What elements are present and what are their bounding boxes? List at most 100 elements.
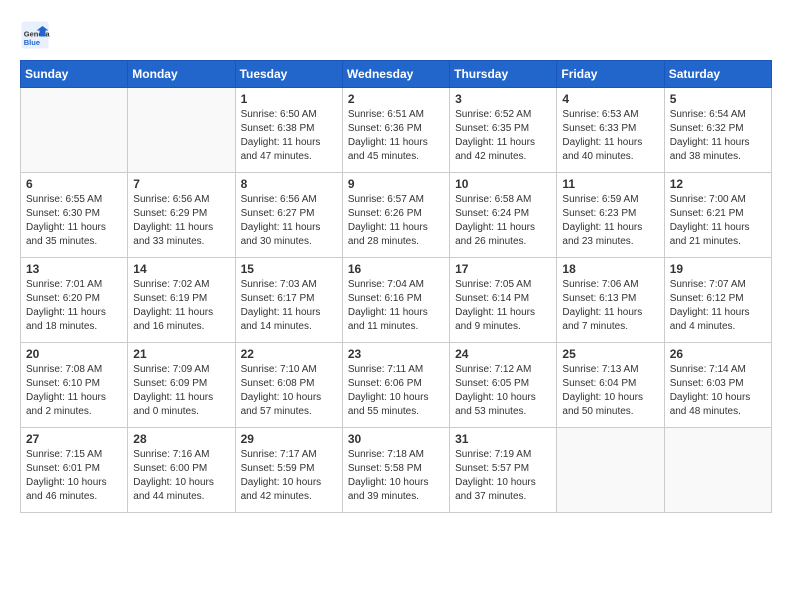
day-detail: Sunrise: 7:05 AMSunset: 6:14 PMDaylight:… [455, 278, 551, 334]
day-number: 29 [241, 432, 337, 446]
day-number: 26 [670, 347, 766, 361]
day-number: 13 [26, 262, 122, 276]
day-detail: Sunrise: 7:04 AMSunset: 6:16 PMDaylight:… [348, 278, 444, 334]
day-detail: Sunrise: 6:58 AMSunset: 6:24 PMDaylight:… [455, 193, 551, 249]
calendar-cell: 29 Sunrise: 7:17 AMSunset: 5:59 PMDayligh… [235, 428, 342, 513]
calendar-cell: 22Sunrise: 7:10 AMSunset: 6:08 PMDayligh… [235, 343, 342, 428]
day-detail: Sunrise: 7:18 AMSunset: 5:58 PMDaylight:… [348, 448, 444, 504]
day-detail: Sunrise: 6:52 AMSunset: 6:35 PMDaylight:… [455, 108, 551, 164]
day-number: 25 [562, 347, 658, 361]
calendar-cell: 8Sunrise: 6:56 AMSunset: 6:27 PMDaylight… [235, 173, 342, 258]
day-detail: Sunrise: 6:51 AMSunset: 6:36 PMDaylight:… [348, 108, 444, 164]
day-detail: Sunrise: 7:16 AMSunset: 6:00 PMDaylight:… [133, 448, 229, 504]
day-detail: Sunrise: 7:17 AMSunset: 5:59 PMDaylight:… [241, 448, 337, 504]
day-header-wednesday: Wednesday [342, 61, 449, 88]
day-detail: Sunrise: 6:56 AMSunset: 6:29 PMDaylight:… [133, 193, 229, 249]
day-number: 3 [455, 92, 551, 106]
calendar-cell: 4Sunrise: 6:53 AMSunset: 6:33 PMDaylight… [557, 88, 664, 173]
calendar-cell: 18Sunrise: 7:06 AMSunset: 6:13 PMDayligh… [557, 258, 664, 343]
day-header-saturday: Saturday [664, 61, 771, 88]
calendar-cell: 23 Sunrise: 7:11 AMSunset: 6:06 PMDayligh… [342, 343, 449, 428]
day-number: 21 [133, 347, 229, 361]
calendar-cell: 13Sunrise: 7:01 AMSunset: 6:20 PMDayligh… [21, 258, 128, 343]
calendar-cell [128, 88, 235, 173]
day-detail: Sunrise: 6:56 AMSunset: 6:27 PMDaylight:… [241, 193, 337, 249]
calendar-cell [21, 88, 128, 173]
day-detail: Sunrise: 6:55 AMSunset: 6:30 PMDaylight:… [26, 193, 122, 249]
calendar-cell: 30 Sunrise: 7:18 AMSunset: 5:58 PMDayligh… [342, 428, 449, 513]
day-header-monday: Monday [128, 61, 235, 88]
calendar-cell: 31 Sunrise: 7:19 AMSunset: 5:57 PMDayligh… [450, 428, 557, 513]
day-number: 31 [455, 432, 551, 446]
day-number: 2 [348, 92, 444, 106]
calendar-cell: 12 Sunrise: 7:00 AMSunset: 6:21 PMDayligh… [664, 173, 771, 258]
calendar-cell [557, 428, 664, 513]
calendar-cell [664, 428, 771, 513]
day-number: 12 [670, 177, 766, 191]
day-number: 19 [670, 262, 766, 276]
day-detail: Sunrise: 6:57 AMSunset: 6:26 PMDaylight:… [348, 193, 444, 249]
day-detail: Sunrise: 7:06 AMSunset: 6:13 PMDaylight:… [562, 278, 658, 334]
calendar-cell: 20 Sunrise: 7:08 AMSunset: 6:10 PMDayligh… [21, 343, 128, 428]
day-detail: Sunrise: 6:59 AMSunset: 6:23 PMDaylight:… [562, 193, 658, 249]
day-detail: Sunrise: 6:54 AMSunset: 6:32 PMDaylight:… [670, 108, 766, 164]
calendar-cell: 24 Sunrise: 7:12 AMSunset: 6:05 PMDayligh… [450, 343, 557, 428]
day-number: 28 [133, 432, 229, 446]
calendar-cell: 28 Sunrise: 7:16 AMSunset: 6:00 PMDayligh… [128, 428, 235, 513]
calendar-cell: 17 Sunrise: 7:05 AMSunset: 6:14 PMDayligh… [450, 258, 557, 343]
day-detail: Sunrise: 7:10 AMSunset: 6:08 PMDaylight:… [241, 363, 337, 419]
calendar-cell: 26Sunrise: 7:14 AMSunset: 6:03 PMDayligh… [664, 343, 771, 428]
day-detail: Sunrise: 7:00 AMSunset: 6:21 PMDaylight:… [670, 193, 766, 249]
day-number: 20 [26, 347, 122, 361]
calendar-cell: 27 Sunrise: 7:15 AMSunset: 6:01 PMDayligh… [21, 428, 128, 513]
day-detail: Sunrise: 7:03 AMSunset: 6:17 PMDaylight:… [241, 278, 337, 334]
calendar-header: SundayMondayTuesdayWednesdayThursdayFrid… [21, 61, 772, 88]
day-detail: Sunrise: 7:08 AMSunset: 6:10 PMDaylight:… [26, 363, 122, 419]
day-number: 10 [455, 177, 551, 191]
day-number: 24 [455, 347, 551, 361]
day-number: 6 [26, 177, 122, 191]
day-detail: Sunrise: 7:12 AMSunset: 6:05 PMDaylight:… [455, 363, 551, 419]
day-detail: Sunrise: 7:09 AMSunset: 6:09 PMDaylight:… [133, 363, 229, 419]
day-detail: Sunrise: 6:53 AMSunset: 6:33 PMDaylight:… [562, 108, 658, 164]
day-number: 23 [348, 347, 444, 361]
calendar-cell: 9 Sunrise: 6:57 AMSunset: 6:26 PMDaylight… [342, 173, 449, 258]
week-row-5: 27 Sunrise: 7:15 AMSunset: 6:01 PMDayligh… [21, 428, 772, 513]
calendar-cell: 1Sunrise: 6:50 AMSunset: 6:38 PMDaylight… [235, 88, 342, 173]
day-number: 15 [241, 262, 337, 276]
day-header-thursday: Thursday [450, 61, 557, 88]
day-number: 14 [133, 262, 229, 276]
day-header-sunday: Sunday [21, 61, 128, 88]
day-number: 30 [348, 432, 444, 446]
week-row-4: 20 Sunrise: 7:08 AMSunset: 6:10 PMDayligh… [21, 343, 772, 428]
calendar-cell: 15 Sunrise: 7:03 AMSunset: 6:17 PMDayligh… [235, 258, 342, 343]
day-number: 9 [348, 177, 444, 191]
calendar-cell: 5Sunrise: 6:54 AMSunset: 6:32 PMDaylight… [664, 88, 771, 173]
calendar-cell: 10 Sunrise: 6:58 AMSunset: 6:24 PMDayligh… [450, 173, 557, 258]
week-row-2: 6 Sunrise: 6:55 AMSunset: 6:30 PMDaylight… [21, 173, 772, 258]
day-detail: Sunrise: 7:13 AMSunset: 6:04 PMDaylight:… [562, 363, 658, 419]
day-detail: Sunrise: 6:50 AMSunset: 6:38 PMDaylight:… [241, 108, 337, 164]
day-number: 27 [26, 432, 122, 446]
logo-icon: General Blue [20, 20, 50, 50]
day-detail: Sunrise: 7:11 AMSunset: 6:06 PMDaylight:… [348, 363, 444, 419]
calendar-cell: 14Sunrise: 7:02 AMSunset: 6:19 PMDayligh… [128, 258, 235, 343]
day-number: 7 [133, 177, 229, 191]
header-row: SundayMondayTuesdayWednesdayThursdayFrid… [21, 61, 772, 88]
day-number: 17 [455, 262, 551, 276]
calendar-cell: 16 Sunrise: 7:04 AMSunset: 6:16 PMDayligh… [342, 258, 449, 343]
svg-text:Blue: Blue [24, 38, 40, 47]
logo: General Blue [20, 20, 54, 50]
calendar-cell: 19Sunrise: 7:07 AMSunset: 6:12 PMDayligh… [664, 258, 771, 343]
week-row-1: 1Sunrise: 6:50 AMSunset: 6:38 PMDaylight… [21, 88, 772, 173]
day-number: 11 [562, 177, 658, 191]
calendar-cell: 7 Sunrise: 6:56 AMSunset: 6:29 PMDaylight… [128, 173, 235, 258]
calendar-cell: 21 Sunrise: 7:09 AMSunset: 6:09 PMDayligh… [128, 343, 235, 428]
calendar-cell: 2 Sunrise: 6:51 AMSunset: 6:36 PMDaylight… [342, 88, 449, 173]
calendar-cell: 11 Sunrise: 6:59 AMSunset: 6:23 PMDayligh… [557, 173, 664, 258]
day-header-friday: Friday [557, 61, 664, 88]
day-number: 16 [348, 262, 444, 276]
day-detail: Sunrise: 7:19 AMSunset: 5:57 PMDaylight:… [455, 448, 551, 504]
day-detail: Sunrise: 7:15 AMSunset: 6:01 PMDaylight:… [26, 448, 122, 504]
calendar-cell: 25 Sunrise: 7:13 AMSunset: 6:04 PMDayligh… [557, 343, 664, 428]
